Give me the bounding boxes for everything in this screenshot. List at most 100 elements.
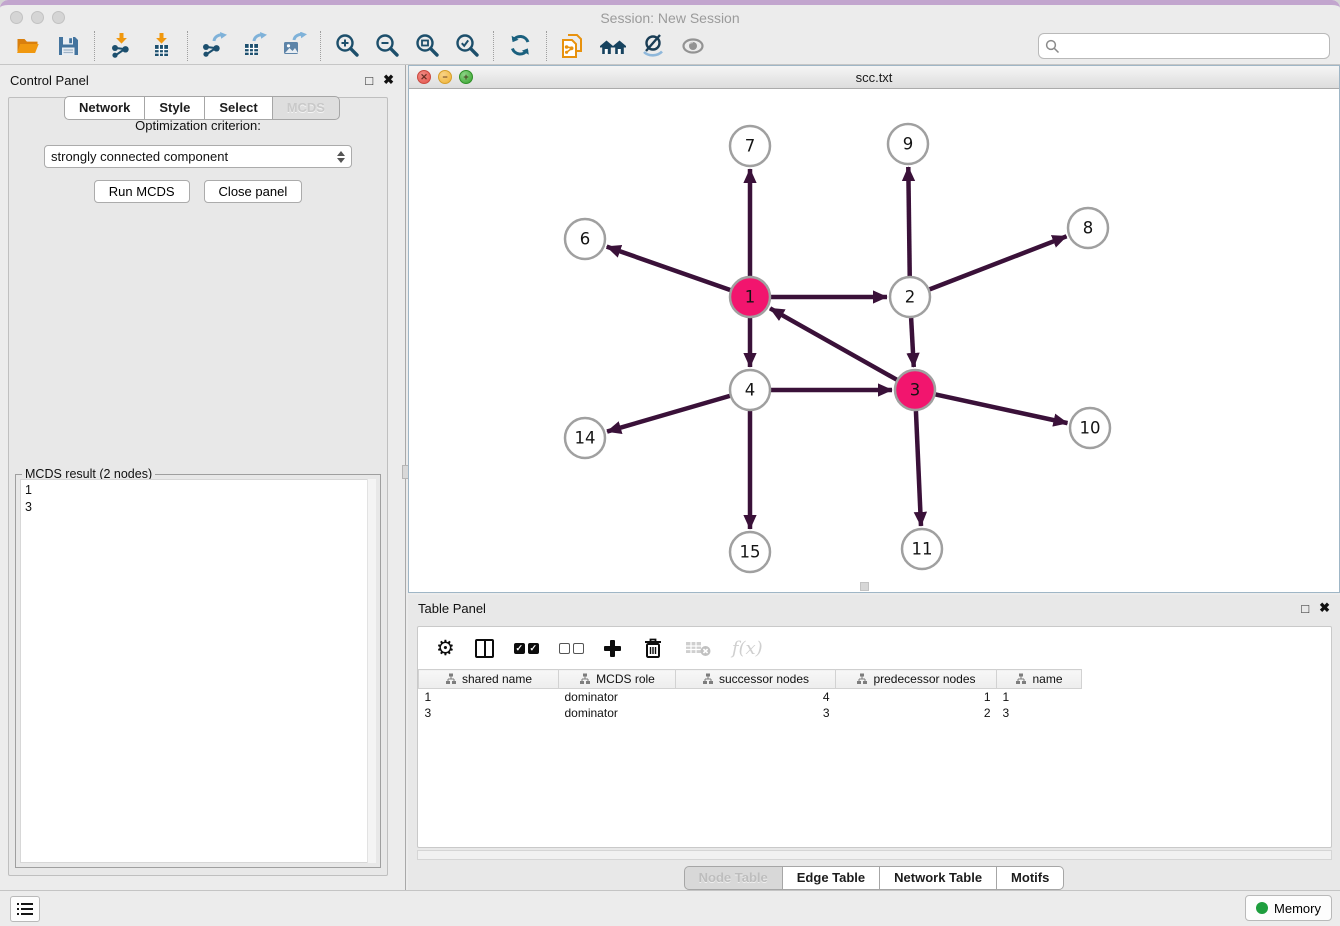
- function-builder-button[interactable]: f(x): [732, 633, 763, 663]
- column-header-name[interactable]: name: [997, 670, 1082, 689]
- apply-layout-button[interactable]: [500, 30, 540, 62]
- table-tab-network-table[interactable]: Network Table: [879, 866, 996, 890]
- open-session-button[interactable]: [8, 30, 48, 62]
- zoom-fit-button[interactable]: [407, 30, 447, 62]
- show-hide-details-button[interactable]: [673, 30, 713, 62]
- graphics-details-button[interactable]: [633, 30, 673, 62]
- edge-2-3[interactable]: [911, 318, 914, 367]
- table-hscrollbar[interactable]: [417, 850, 1332, 860]
- canvas-scrollbar-handle[interactable]: [860, 582, 869, 591]
- node-11[interactable]: 11: [902, 529, 942, 569]
- close-table-panel-icon[interactable]: ✖: [1319, 600, 1330, 616]
- close-network-icon[interactable]: ✕: [417, 70, 431, 84]
- network-window: ✕ − + scc.txt 7 9 6 8 1 2 4 3 14 10 15: [408, 65, 1340, 593]
- first-neighbors-button[interactable]: [593, 30, 633, 62]
- node-10[interactable]: 10: [1070, 408, 1110, 448]
- edge-2-8[interactable]: [930, 236, 1067, 289]
- network-window-titlebar[interactable]: ✕ − + scc.txt: [409, 66, 1339, 89]
- table-settings-button[interactable]: ⚙: [436, 633, 455, 663]
- table-cell[interactable]: 1: [419, 689, 559, 705]
- edge-1-6[interactable]: [607, 247, 730, 290]
- select-all-columns-button[interactable]: ✓✓: [514, 633, 539, 663]
- result-scrollbar[interactable]: [367, 479, 376, 863]
- tab-mcds[interactable]: MCDS: [272, 96, 340, 120]
- node-label: 2: [905, 288, 916, 307]
- maximize-network-icon[interactable]: +: [459, 70, 473, 84]
- table-cell[interactable]: dominator: [559, 689, 676, 705]
- import-network-button[interactable]: [101, 30, 141, 62]
- edge-3-1[interactable]: [770, 308, 897, 379]
- table-cell[interactable]: 3: [676, 705, 836, 721]
- export-network-button[interactable]: [194, 30, 234, 62]
- node-15[interactable]: 15: [730, 532, 770, 572]
- table-tabs: Node TableEdge TableNetwork TableMotifs: [408, 866, 1340, 890]
- split-view-button[interactable]: [475, 633, 494, 663]
- close-panel-icon[interactable]: ✖: [383, 72, 394, 88]
- column-header-MCDS-role[interactable]: MCDS role: [559, 670, 676, 689]
- table-cell[interactable]: 1: [997, 689, 1082, 705]
- save-session-button[interactable]: [48, 30, 88, 62]
- node-6[interactable]: 6: [565, 219, 605, 259]
- zoom-selected-button[interactable]: [447, 30, 487, 62]
- table-panel-header: Table Panel □ ✖: [408, 595, 1340, 621]
- table-cell[interactable]: 2: [836, 705, 997, 721]
- zoom-out-button[interactable]: [367, 30, 407, 62]
- minimize-network-icon[interactable]: −: [438, 70, 452, 84]
- column-header-successor-nodes[interactable]: successor nodes: [676, 670, 836, 689]
- unselect-all-columns-button[interactable]: [559, 633, 584, 663]
- table-cell[interactable]: dominator: [559, 705, 676, 721]
- delete-column-button[interactable]: [641, 633, 665, 663]
- table-cell[interactable]: 3: [997, 705, 1082, 721]
- node-7[interactable]: 7: [730, 126, 770, 166]
- delete-table-button[interactable]: [685, 633, 712, 663]
- table-tab-motifs[interactable]: Motifs: [996, 866, 1064, 890]
- columns-icon: [475, 639, 494, 658]
- table-cell[interactable]: 1: [836, 689, 997, 705]
- duplicate-network-button[interactable]: [553, 30, 593, 62]
- main-toolbar: [0, 27, 1340, 65]
- table-panel-title: Table Panel: [418, 601, 1301, 616]
- table-tab-node-table[interactable]: Node Table: [684, 866, 782, 890]
- node-9[interactable]: 9: [888, 124, 928, 164]
- float-table-panel-icon[interactable]: □: [1301, 601, 1309, 616]
- table-cell[interactable]: 4: [676, 689, 836, 705]
- table-tab-edge-table[interactable]: Edge Table: [782, 866, 879, 890]
- main-area: Control Panel □ ✖ NetworkStyleSelectMCDS…: [0, 65, 1340, 890]
- edge-2-9[interactable]: [908, 167, 909, 276]
- task-history-button[interactable]: [10, 896, 40, 922]
- node-1[interactable]: 1: [730, 277, 770, 317]
- status-bar: Memory: [0, 890, 1340, 926]
- table-toolbar: ⚙ ✓✓: [418, 627, 1331, 669]
- search-input[interactable]: [1064, 39, 1323, 54]
- edge-4-14[interactable]: [607, 396, 730, 432]
- node-4[interactable]: 4: [730, 370, 770, 410]
- refresh-icon: [507, 32, 534, 59]
- run-mcds-button[interactable]: Run MCDS: [94, 180, 190, 203]
- gear-icon: ⚙: [436, 638, 455, 659]
- table-cell[interactable]: 3: [419, 705, 559, 721]
- node-14[interactable]: 14: [565, 418, 605, 458]
- node-2[interactable]: 2: [890, 277, 930, 317]
- node-8[interactable]: 8: [1068, 208, 1108, 248]
- float-panel-icon[interactable]: □: [365, 73, 373, 88]
- node-3[interactable]: 3: [895, 370, 935, 410]
- export-table-button[interactable]: [234, 30, 274, 62]
- network-canvas[interactable]: 7 9 6 8 1 2 4 3 14 10 15 11: [409, 89, 1339, 592]
- edge-3-11[interactable]: [916, 411, 921, 526]
- zoom-in-button[interactable]: [327, 30, 367, 62]
- add-column-button[interactable]: [604, 633, 621, 663]
- column-header-predecessor-nodes[interactable]: predecessor nodes: [836, 670, 997, 689]
- edge-3-10[interactable]: [936, 394, 1068, 423]
- network-window-title: scc.txt: [856, 70, 893, 85]
- tab-network[interactable]: Network: [64, 96, 144, 120]
- column-header-shared-name[interactable]: shared name: [419, 670, 559, 689]
- tab-style[interactable]: Style: [144, 96, 204, 120]
- tab-select[interactable]: Select: [204, 96, 271, 120]
- export-image-button[interactable]: [274, 30, 314, 62]
- criterion-select[interactable]: strongly connected component: [44, 145, 352, 168]
- close-panel-button[interactable]: Close panel: [204, 180, 303, 203]
- mcds-result-text[interactable]: 13: [20, 479, 376, 863]
- import-table-button[interactable]: [141, 30, 181, 62]
- memory-button[interactable]: Memory: [1245, 895, 1332, 921]
- hierarchy-icon: [702, 673, 714, 685]
